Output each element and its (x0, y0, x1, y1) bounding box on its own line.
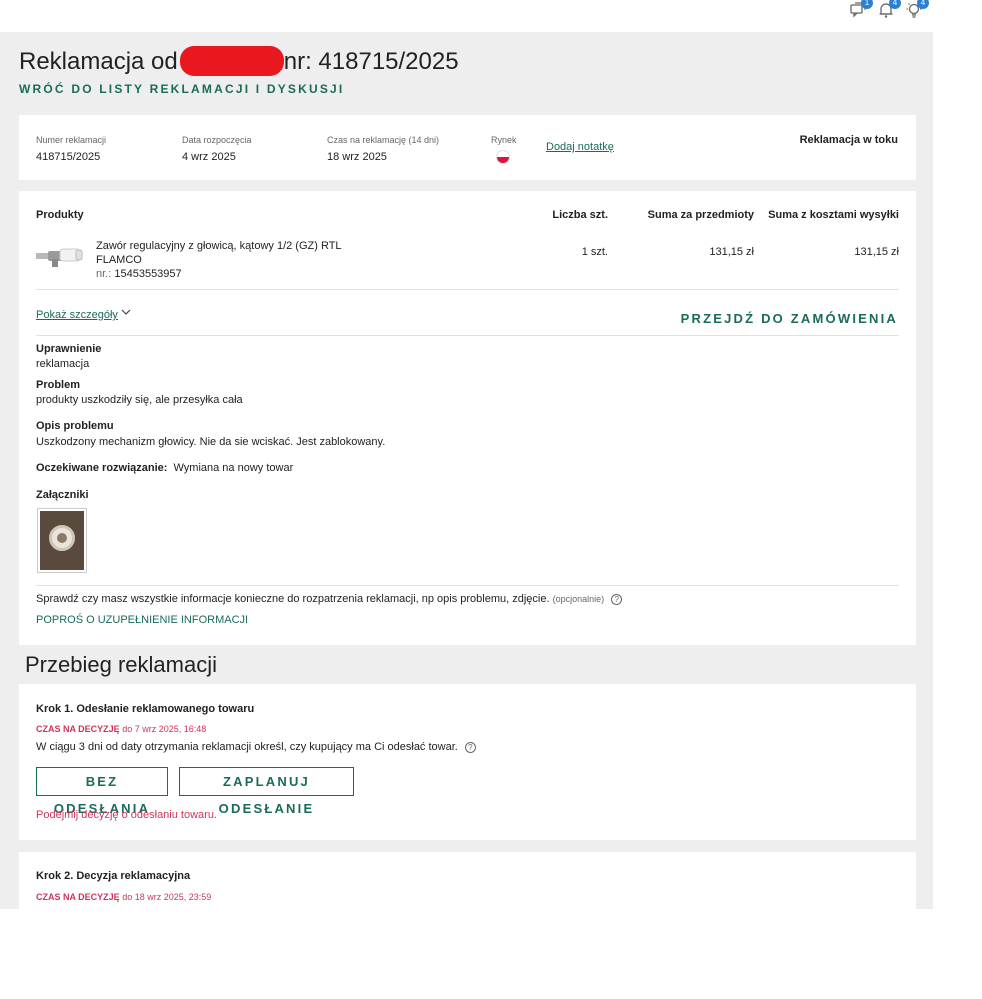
complaint-number-field: Numer reklamacji 418715/2025 (36, 135, 106, 163)
deadline-value: do 7 wrz 2025, 16:48 (122, 724, 207, 734)
product-info: Zawór regulacyjny z głowicą, kątowy 1/2 … (96, 239, 346, 281)
messages-badge: 1 (861, 0, 873, 9)
check-info-text: Sprawdź czy masz wszystkie informacje ko… (36, 593, 623, 605)
products-card: Produkty Liczba szt. Suma za przedmioty … (19, 191, 916, 645)
market-field: Rynek (491, 135, 517, 164)
optional-note: (opcjonalnie) (552, 594, 605, 604)
request-info-link[interactable]: POPROŚ O UZUPEŁNIENIE INFORMACJI (36, 614, 248, 626)
redacted-buyer-name (179, 46, 284, 76)
back-to-list-link[interactable]: WRÓĆ DO LISTY REKLAMACJI I DYSKUSJI (19, 82, 344, 96)
description-value: Uszkodzony mechanizm głowicy. Nie da sie… (36, 436, 386, 448)
step2-card: Krok 2. Decyzja reklamacyjna CZAS NA DEC… (19, 852, 916, 909)
divider (36, 335, 899, 336)
expected-solution-label: Oczekiwane rozwiązanie: (36, 462, 168, 474)
field-value: 4 wrz 2025 (182, 151, 236, 163)
deadline-field: Czas na reklamację (14 dni) 18 wrz 2025 (327, 135, 439, 163)
field-label: Czas na reklamację (14 dni) (327, 135, 440, 145)
step1-description-text: W ciągu 3 dni od daty otrzymania reklama… (36, 741, 458, 753)
problem-value: produkty uszkodziły się, ale przesyłka c… (36, 394, 243, 406)
deadline-label: CZAS NA DECYZJĘ (36, 724, 120, 734)
check-info-message: Sprawdź czy masz wszystkie informacje ko… (36, 593, 550, 605)
product-offer-number: nr.: 15453553957 (96, 267, 346, 281)
field-label: Rynek (491, 135, 517, 145)
chevron-down-icon[interactable] (119, 305, 133, 319)
notifications-badge: 4 (889, 0, 901, 9)
attachment-photo (40, 511, 84, 570)
expected-solution-value: Wymiana na nowy towar (173, 462, 294, 474)
step1-title: Krok 1. Odesłanie reklamowanego towaru (36, 703, 255, 715)
title-suffix: nr: 418715/2025 (283, 48, 459, 75)
top-bar: 1 4 4 (0, 0, 982, 32)
entitlement-label: Uprawnienie (36, 343, 102, 355)
product-name[interactable]: Zawór regulacyjny z głowicą, kątowy 1/2 … (96, 239, 346, 253)
field-value: 18 wrz 2025 (327, 151, 387, 163)
col-header-items-sum: Suma za przedmioty (647, 209, 754, 221)
status-badge: Reklamacja w toku (799, 134, 898, 146)
complaint-summary-card: Numer reklamacji 418715/2025 Data rozpoc… (19, 115, 916, 180)
product-items-sum: 131,15 zł (709, 246, 754, 258)
product-total-sum: 131,15 zł (854, 246, 899, 258)
deadline-label: CZAS NA DECYZJĘ (36, 892, 120, 902)
title-prefix: Reklamacja od (19, 48, 178, 75)
step1-description: W ciągu 3 dni od daty otrzymania reklama… (36, 741, 476, 753)
process-section-title: Przebieg reklamacji (25, 652, 217, 677)
attachments-label: Załączniki (36, 489, 89, 501)
poland-flag-icon (496, 150, 510, 164)
col-header-products: Produkty (36, 209, 84, 221)
messages-button[interactable]: 1 (849, 0, 873, 20)
col-header-total-sum: Suma z kosztami wysyłki (768, 209, 899, 221)
decide-return-text: Podejmij decyzję o odesłaniu towaru. (36, 809, 217, 821)
problem-label: Problem (36, 379, 81, 391)
step1-card: Krok 1. Odesłanie reklamowanego towaru C… (19, 684, 916, 840)
field-label: Numer reklamacji (36, 135, 107, 145)
tips-button[interactable]: 4 (905, 0, 929, 20)
offer-number-label: nr.: (96, 268, 112, 280)
tips-badge: 4 (917, 0, 929, 9)
no-return-button[interactable]: BEZ ODESŁANIA (36, 767, 168, 816)
product-brand: FLAMCO (96, 254, 142, 266)
field-label: Data rozpoczęcia (182, 135, 252, 145)
col-header-qty: Liczba szt. (552, 209, 608, 221)
show-details-link[interactable]: Pokaż szczegóły (36, 309, 118, 321)
description-label: Opis problemu (36, 420, 114, 432)
divider (36, 585, 899, 586)
main-content: Reklamacja od nr: 418715/2025 WRÓĆ DO LIS… (0, 32, 933, 909)
deadline-value: do 18 wrz 2025, 23:59 (122, 892, 212, 902)
go-to-order-link[interactable]: PRZEJDŹ DO ZAMÓWIENIA (681, 311, 898, 326)
page-title: Reklamacja od nr: 418715/2025 (19, 46, 459, 76)
step2-deadline: CZAS NA DECYZJĘ do 18 wrz 2025, 23:59 (36, 892, 211, 902)
start-date-field: Data rozpoczęcia 4 wrz 2025 (182, 135, 252, 163)
help-icon[interactable]: ? (464, 742, 476, 753)
help-icon[interactable]: ? (611, 594, 623, 605)
attachment-thumbnail[interactable] (37, 508, 87, 573)
expected-solution: Oczekiwane rozwiązanie: Wymiana na nowy … (36, 462, 293, 474)
add-note-link[interactable]: Dodaj notatkę (546, 141, 614, 153)
product-thumbnail[interactable] (36, 243, 84, 271)
notifications-button[interactable]: 4 (877, 0, 901, 20)
step2-title: Krok 2. Decyzja reklamacyjna (36, 870, 191, 882)
field-value: 418715/2025 (36, 151, 101, 163)
step1-deadline: CZAS NA DECYZJĘ do 7 wrz 2025, 16:48 (36, 724, 206, 734)
divider (36, 289, 899, 290)
schedule-return-button[interactable]: ZAPLANUJ ODESŁANIE (179, 767, 354, 816)
offer-number-value: 15453553957 (114, 268, 182, 280)
product-qty: 1 szt. (581, 246, 608, 258)
entitlement-value: reklamacja (36, 358, 90, 370)
